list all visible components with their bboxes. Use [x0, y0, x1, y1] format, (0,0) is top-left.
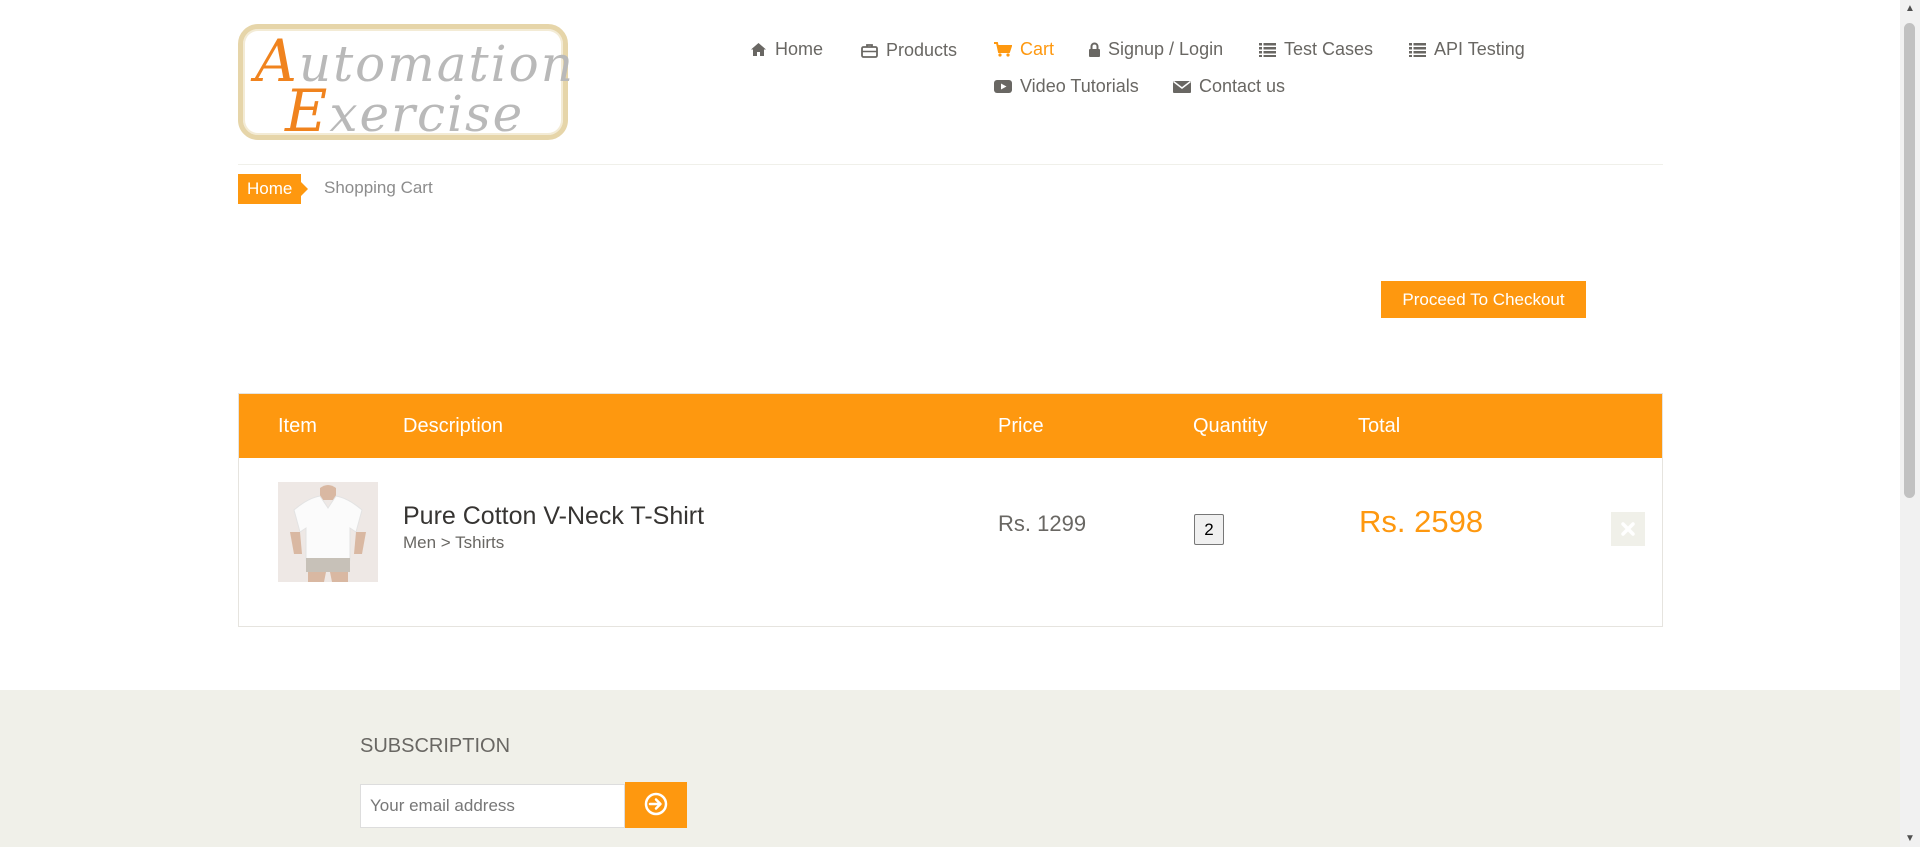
product-name[interactable]: Pure Cotton V-Neck T-Shirt: [403, 502, 704, 531]
nav-home-label: Home: [775, 39, 824, 59]
nav-video-tutorials-label: Video Tutorials: [1020, 76, 1139, 96]
subscription-title: SUBSCRIPTION: [360, 735, 511, 757]
header-quantity: Quantity: [1193, 415, 1268, 437]
breadcrumb-current: Shopping Cart: [324, 178, 433, 197]
list-icon: [1409, 42, 1426, 57]
subscribe-button[interactable]: [625, 782, 687, 828]
logo-cap-e: E: [285, 77, 330, 145]
nav-test-cases-label: Test Cases: [1284, 39, 1374, 59]
header-item: Item: [278, 415, 317, 437]
proceed-to-checkout-button[interactable]: Proceed To Checkout: [1381, 281, 1586, 318]
cart-icon: [994, 42, 1012, 57]
nav-cart[interactable]: Cart: [994, 39, 1054, 60]
cart-table-header: Item Description Price Quantity Total: [239, 394, 1662, 458]
product-category: Men > Tshirts: [403, 533, 505, 552]
nav-products[interactable]: Products: [861, 40, 957, 61]
product-price: Rs. 1299: [998, 511, 1087, 536]
page-scrollbar[interactable]: ▲ ▼: [1900, 0, 1920, 847]
cart-table: Item Description Price Quantity Total Pu…: [238, 393, 1663, 627]
quantity-button[interactable]: 2: [1194, 514, 1224, 545]
header-description: Description: [403, 415, 504, 437]
nav-signup-login-label: Signup / Login: [1108, 39, 1224, 59]
logo-text-2: xercise: [329, 85, 525, 143]
delete-item-button[interactable]: [1611, 512, 1645, 546]
list-icon: [1259, 42, 1276, 57]
nav-test-cases[interactable]: Test Cases: [1259, 39, 1373, 60]
footer: SUBSCRIPTION Your email address: [0, 690, 1900, 847]
briefcase-icon: [861, 43, 878, 58]
nav-products-label: Products: [886, 40, 958, 60]
scrollbar-thumb[interactable]: [1904, 23, 1915, 498]
nav-home[interactable]: Home: [750, 39, 823, 60]
nav-api-testing[interactable]: API Testing: [1409, 39, 1525, 60]
product-total: Rs. 2598: [1359, 504, 1484, 539]
home-icon: [750, 42, 767, 57]
close-icon: [1621, 522, 1635, 536]
nav-contact-us-label: Contact us: [1199, 76, 1286, 96]
nav-contact-us[interactable]: Contact us: [1173, 76, 1285, 97]
subscription-email-input[interactable]: Your email address: [360, 784, 625, 828]
youtube-play-icon: [994, 79, 1012, 94]
scroll-up-arrow-icon[interactable]: ▲: [1900, 0, 1920, 17]
site-logo[interactable]: Automation Exercise: [238, 24, 573, 145]
product-image[interactable]: [278, 482, 378, 582]
arrow-circle-right-icon: [644, 792, 668, 816]
lock-icon: [1088, 42, 1101, 57]
nav-api-testing-label: API Testing: [1434, 39, 1525, 59]
nav-cart-label: Cart: [1020, 39, 1055, 59]
header-divider: [238, 164, 1663, 165]
header-price: Price: [998, 415, 1044, 437]
nav-video-tutorials[interactable]: Video Tutorials: [994, 76, 1139, 97]
breadcrumb-home[interactable]: Home: [238, 174, 309, 204]
envelope-icon: [1173, 80, 1191, 94]
logo-line-2: Exercise: [285, 77, 524, 145]
page: Automation Exercise Home Products Cart S…: [0, 0, 1900, 847]
nav-signup-login[interactable]: Signup / Login: [1088, 39, 1223, 60]
header-total: Total: [1358, 415, 1401, 437]
scroll-down-arrow-icon[interactable]: ▼: [1900, 830, 1920, 847]
